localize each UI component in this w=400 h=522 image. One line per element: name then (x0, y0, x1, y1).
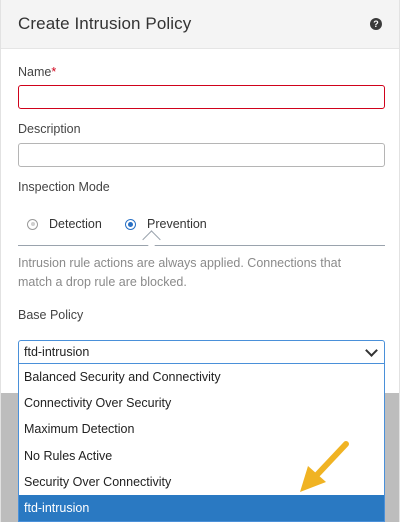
inspection-mode-tabs: Detection Prevention (18, 205, 385, 246)
radio-unchecked-icon (27, 218, 38, 230)
help-icon[interactable]: ? (370, 18, 382, 30)
radio-checked-icon (125, 218, 136, 230)
description-input[interactable] (18, 143, 385, 167)
inspection-mode-help-text: Intrusion rule actions are always applie… (18, 256, 342, 289)
annotation-arrow-icon (300, 441, 349, 492)
inspection-mode-label: Inspection Mode (18, 180, 110, 194)
dropdown-option[interactable]: Balanced Security and Connectivity (19, 364, 384, 390)
dialog-title: Create Intrusion Policy (18, 14, 192, 33)
name-input[interactable] (18, 85, 385, 109)
description-label: Description (18, 122, 81, 136)
radio-prevention[interactable]: Prevention (125, 217, 207, 231)
radio-prevention-label: Prevention (147, 217, 207, 231)
create-intrusion-policy-dialog: Create Intrusion Policy ? Name* Descript… (0, 0, 400, 522)
dropdown-option-selected[interactable]: ftd-intrusion (19, 494, 384, 522)
radio-detection-label: Detection (49, 217, 102, 231)
base-policy-selected-value: ftd-intrusion (24, 345, 90, 359)
chevron-down-icon (365, 344, 378, 357)
dialog-header: Create Intrusion Policy ? (1, 0, 399, 49)
radio-detection[interactable]: Detection (27, 217, 102, 231)
base-policy-label: Base Policy (18, 308, 84, 322)
base-policy-select[interactable]: ftd-intrusion (18, 340, 385, 364)
required-marker: * (51, 65, 57, 79)
name-label-text: Name (18, 65, 52, 79)
name-label: Name* (18, 65, 56, 79)
dropdown-option[interactable]: Connectivity Over Security (19, 390, 384, 416)
